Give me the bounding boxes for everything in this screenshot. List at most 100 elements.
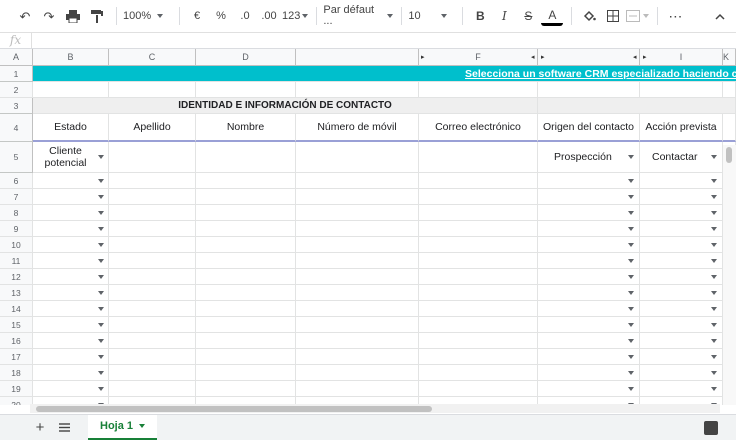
cell[interactable] <box>296 269 419 285</box>
cell[interactable] <box>109 173 196 189</box>
all-sheets-icon[interactable] <box>52 416 76 440</box>
dropdown-arrow-icon[interactable] <box>98 387 104 391</box>
origen-cell[interactable]: Prospección <box>538 142 640 173</box>
bold-button[interactable]: B <box>469 4 491 28</box>
dropdown-arrow-icon[interactable] <box>98 179 104 183</box>
font-select[interactable]: Par défaut ... <box>323 4 394 28</box>
cell[interactable] <box>109 333 196 349</box>
cell[interactable] <box>296 301 419 317</box>
banner-cell[interactable]: Selecciona un software CRM especializado… <box>33 66 736 82</box>
cell[interactable] <box>33 82 109 98</box>
cell[interactable] <box>640 82 723 98</box>
cell[interactable] <box>538 205 640 221</box>
dropdown-arrow-icon[interactable] <box>98 259 104 263</box>
cell[interactable] <box>419 269 538 285</box>
dropdown-arrow-icon[interactable] <box>628 339 634 343</box>
cell[interactable] <box>109 381 196 397</box>
hidden-columns-arrow-icon[interactable]: ◂ <box>633 53 637 61</box>
dropdown-arrow-icon[interactable] <box>628 307 634 311</box>
cell[interactable] <box>109 301 196 317</box>
cell[interactable] <box>538 269 640 285</box>
hidden-columns-arrow-icon[interactable]: ▸ <box>421 53 425 61</box>
dropdown-arrow-icon[interactable] <box>98 243 104 247</box>
cell[interactable] <box>419 237 538 253</box>
dropdown-arrow-icon[interactable] <box>628 275 634 279</box>
formula-input[interactable] <box>32 33 736 48</box>
dropdown-arrow-icon[interactable] <box>711 339 717 343</box>
more-options-icon[interactable]: ⋯ <box>664 4 686 28</box>
dropdown-arrow-icon[interactable] <box>628 211 634 215</box>
cell[interactable] <box>538 237 640 253</box>
cell[interactable] <box>196 317 296 333</box>
dropdown-arrow-icon[interactable] <box>628 195 634 199</box>
cell[interactable] <box>538 82 640 98</box>
cell[interactable] <box>0 253 33 269</box>
cell[interactable] <box>538 173 640 189</box>
row-header[interactable]: 5 <box>0 142 33 173</box>
banner-link[interactable]: Selecciona un software CRM especializado… <box>465 68 736 80</box>
cell[interactable] <box>296 82 419 98</box>
borders-icon[interactable] <box>602 4 624 28</box>
cell[interactable] <box>0 285 33 301</box>
cell[interactable] <box>296 365 419 381</box>
dropdown-arrow-icon[interactable] <box>628 259 634 263</box>
dropdown-arrow-icon[interactable] <box>98 323 104 327</box>
cell[interactable] <box>109 349 196 365</box>
cell[interactable] <box>196 285 296 301</box>
cell[interactable] <box>196 82 296 98</box>
cell[interactable] <box>109 205 196 221</box>
dropdown-arrow-icon[interactable] <box>98 339 104 343</box>
column-header[interactable]: B <box>33 49 109 66</box>
dropdown-arrow-icon[interactable] <box>628 291 634 295</box>
cell[interactable] <box>196 237 296 253</box>
cell[interactable] <box>296 173 419 189</box>
paint-format-icon[interactable] <box>86 4 108 28</box>
cell[interactable] <box>723 82 736 98</box>
dropdown-arrow-icon[interactable] <box>711 275 717 279</box>
dropdown-arrow-icon[interactable] <box>628 355 634 359</box>
cell[interactable] <box>196 333 296 349</box>
cell[interactable] <box>296 237 419 253</box>
dropdown-arrow-icon[interactable] <box>98 307 104 311</box>
add-sheet-icon[interactable]: + <box>28 416 52 440</box>
cell[interactable] <box>419 301 538 317</box>
cell[interactable] <box>419 317 538 333</box>
dropdown-arrow-icon[interactable] <box>711 227 717 231</box>
cell[interactable] <box>109 253 196 269</box>
cell[interactable] <box>296 317 419 333</box>
cell[interactable] <box>196 349 296 365</box>
text-color-button[interactable]: A <box>541 6 564 26</box>
percent-button[interactable]: % <box>210 4 232 28</box>
cell[interactable] <box>296 333 419 349</box>
dropdown-arrow-icon[interactable] <box>98 371 104 375</box>
column-header[interactable]: K <box>723 49 736 66</box>
dropdown-arrow-icon[interactable] <box>628 243 634 247</box>
cell[interactable] <box>109 221 196 237</box>
cell[interactable] <box>296 205 419 221</box>
cell[interactable] <box>538 285 640 301</box>
cell[interactable] <box>196 381 296 397</box>
dropdown-arrow-icon[interactable] <box>98 155 104 159</box>
section-cell[interactable] <box>538 98 736 114</box>
zoom-select[interactable]: 100% <box>123 4 171 28</box>
cell[interactable] <box>419 253 538 269</box>
cell[interactable] <box>419 381 538 397</box>
column-header[interactable] <box>296 49 419 66</box>
cell[interactable] <box>196 205 296 221</box>
explore-icon[interactable] <box>704 421 718 435</box>
cell[interactable] <box>419 365 538 381</box>
dropdown-arrow-icon[interactable] <box>711 371 717 375</box>
cell[interactable] <box>0 397 33 405</box>
row-header[interactable]: 4 <box>0 114 33 142</box>
cell[interactable] <box>419 142 538 173</box>
dropdown-arrow-icon[interactable] <box>98 291 104 295</box>
cell[interactable] <box>0 82 33 98</box>
cell[interactable] <box>296 142 419 173</box>
dropdown-arrow-icon[interactable] <box>711 195 717 199</box>
cell[interactable] <box>419 189 538 205</box>
cell[interactable] <box>538 365 640 381</box>
cell[interactable] <box>0 365 33 381</box>
dropdown-arrow-icon[interactable] <box>711 211 717 215</box>
cell[interactable] <box>196 173 296 189</box>
cell[interactable] <box>538 317 640 333</box>
